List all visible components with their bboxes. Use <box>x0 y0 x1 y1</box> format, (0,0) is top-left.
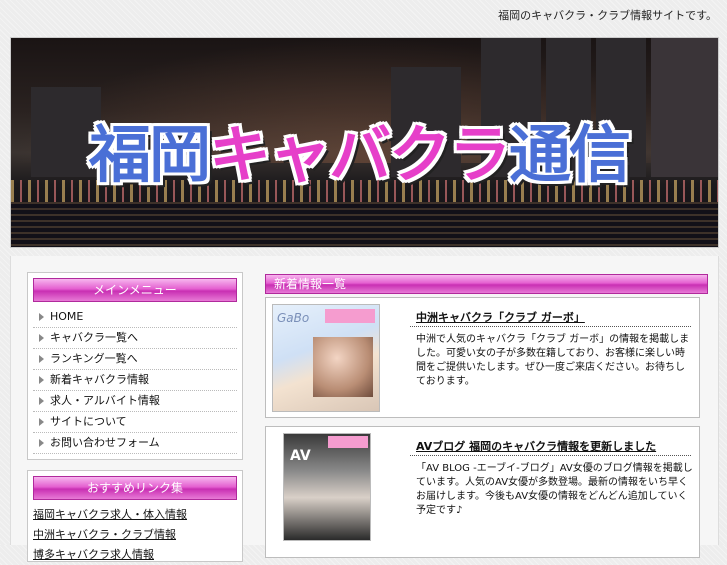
thumbnail-tag <box>328 436 368 448</box>
entry-text: 「AV BLOG -エーブイ-ブログ」AV女優のブログ情報を掲載しています。人気… <box>416 463 693 516</box>
links-title: おすすめリンク集 <box>33 476 237 500</box>
link-item[interactable]: 中洲キャバクラ・クラブ情報 <box>33 525 237 545</box>
site-banner[interactable]: 福岡キャバクラ通信 <box>10 37 719 248</box>
link-item[interactable]: 博多キャバクラ求人情報 <box>33 545 237 565</box>
entry-divider <box>410 455 691 456</box>
link-item[interactable]: 福岡キャバクラ求人・体入情報 <box>33 505 237 525</box>
thumbnail-tag <box>325 309 375 323</box>
links-box: おすすめリンク集 福岡キャバクラ求人・体入情報 中洲キャバクラ・クラブ情報 博多… <box>27 470 243 562</box>
menu-item[interactable]: HOME <box>33 307 237 328</box>
menu-item[interactable]: 新着キャバクラ情報 <box>33 370 237 391</box>
links-list: 福岡キャバクラ求人・体入情報 中洲キャバクラ・クラブ情報 博多キャバクラ求人情報 <box>33 505 237 565</box>
site-title: 福岡キャバクラ通信 <box>89 104 631 194</box>
entry-text: 中洲で人気のキャバクラ「クラブ ガーボ」の情報を掲載しました。可愛い女の子が多数… <box>416 334 690 387</box>
entry-thumbnail[interactable]: AV <box>283 433 371 541</box>
main-menu: HOME キャバクラ一覧へ ランキング一覧へ 新着キャバクラ情報 求人・アルバイ… <box>33 307 237 454</box>
menu-item[interactable]: お問い合わせフォーム <box>33 433 237 454</box>
entry-divider <box>410 326 691 327</box>
banner-river <box>11 202 718 247</box>
entry-title[interactable]: 中洲キャバクラ「クラブ ガーボ」 <box>416 309 585 325</box>
entry-thumbnail[interactable]: GaBo <box>272 304 380 412</box>
thumbnail-photo <box>313 337 373 397</box>
menu-item[interactable]: サイトについて <box>33 412 237 433</box>
menu-item[interactable]: キャバクラ一覧へ <box>33 328 237 349</box>
section-title: 新着情報一覧 <box>265 274 708 294</box>
main-menu-box: メインメニュー HOME キャバクラ一覧へ ランキング一覧へ 新着キャバクラ情報… <box>27 272 243 460</box>
main-menu-title: メインメニュー <box>33 278 237 302</box>
thumbnail-logo: AV <box>290 448 311 464</box>
thumbnail-logo: GaBo <box>277 311 310 325</box>
news-entry: GaBo 中洲キャバクラ「クラブ ガーボ」 中洲で人気のキャバクラ「クラブ ガー… <box>265 297 700 418</box>
entry-title[interactable]: AVブログ 福岡のキャバクラ情報を更新しました <box>416 438 656 454</box>
menu-item[interactable]: ランキング一覧へ <box>33 349 237 370</box>
top-tagline: 福岡のキャバクラ・クラブ情報サイトです。 <box>498 9 717 22</box>
menu-item[interactable]: 求人・アルバイト情報 <box>33 391 237 412</box>
banner-building <box>651 38 718 177</box>
site-title-part: 福岡 <box>89 118 211 191</box>
site-title-part: 通信 <box>509 118 631 191</box>
site-title-part: キャバクラ <box>209 118 511 191</box>
news-entry: AV AVブログ 福岡のキャバクラ情報を更新しました 「AV BLOG -エーブ… <box>265 426 700 558</box>
